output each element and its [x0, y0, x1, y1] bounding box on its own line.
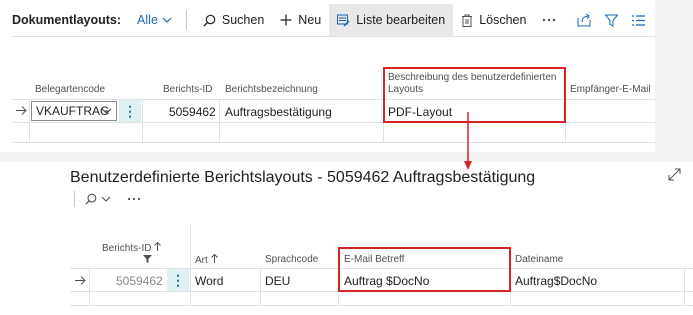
toolbar-right-actions	[577, 13, 645, 27]
column-divider	[260, 268, 261, 306]
column-berichts-id-label: Berichts-ID	[102, 243, 152, 254]
chevron-down-icon	[162, 17, 172, 23]
delete-button[interactable]: Löschen	[453, 4, 534, 36]
trash-icon	[462, 14, 473, 27]
red-arrow	[464, 112, 472, 170]
berichtsbezeichnung-cell[interactable]: Auftragsbestätigung	[225, 105, 332, 119]
sub-action-bar	[74, 190, 141, 208]
berichts-id-cell: 5059462	[116, 274, 163, 288]
toolbar-bottom-border	[12, 36, 655, 37]
belegartencode-value: VKAUFTRAG	[36, 104, 110, 118]
search-icon	[203, 14, 216, 26]
column-divider	[142, 99, 143, 143]
berichts-id-cell[interactable]: 5059462	[169, 105, 216, 119]
row-actions-icon[interactable]: ⋮	[119, 100, 141, 122]
background-shade-bottom	[0, 152, 693, 162]
ellipsis-icon	[543, 18, 556, 22]
edit-list-button[interactable]: Liste bearbeiten	[329, 4, 454, 36]
chevron-down-icon[interactable]	[101, 194, 111, 204]
page-caption: Dokumentlayouts:	[12, 13, 122, 27]
column-divider	[29, 99, 30, 143]
background-shade	[655, 0, 693, 160]
view-filter-dropdown[interactable]: Alle	[137, 13, 172, 27]
chevron-down-icon	[101, 108, 112, 114]
column-divider	[219, 99, 220, 143]
column-art-label: Art	[195, 255, 208, 266]
column-divider	[684, 268, 685, 306]
new-label: Neu	[298, 13, 322, 27]
column-divider	[89, 268, 90, 306]
view-filter-label: Alle	[137, 13, 158, 27]
search-button[interactable]: Suchen	[195, 4, 272, 36]
column-divider	[190, 225, 191, 306]
plus-icon	[280, 14, 292, 26]
row-arrow-icon	[75, 276, 86, 285]
toolbar-divider	[185, 10, 187, 30]
sort-up-icon	[154, 241, 162, 251]
column-belegartencode[interactable]: Belegartencode	[35, 84, 105, 96]
column-berichts-id[interactable]: Berichts-ID	[163, 84, 212, 96]
column-berichts-id[interactable]: Berichts-ID	[102, 241, 162, 254]
search-label: Suchen	[221, 13, 265, 27]
filter-funnel-icon	[143, 255, 152, 263]
art-cell[interactable]: Word	[195, 274, 223, 288]
sprachcode-cell[interactable]: DEU	[265, 274, 290, 288]
toolbar-divider	[74, 191, 75, 207]
delete-label: Löschen	[479, 13, 527, 27]
expand-icon[interactable]	[668, 168, 681, 181]
column-sprachcode[interactable]: Sprachcode	[265, 254, 318, 265]
more-actions-button[interactable]	[534, 4, 564, 36]
column-empfaenger-email[interactable]: Empfänger-E-Mail	[570, 84, 651, 96]
dateiname-cell[interactable]: Auftrag$DocNo	[515, 274, 597, 288]
search-icon[interactable]	[85, 193, 97, 205]
column-berichtsbezeichnung[interactable]: Berichtsbezeichnung	[225, 84, 318, 96]
share-icon[interactable]	[577, 13, 591, 27]
table-row-empty[interactable]	[12, 123, 655, 143]
table-row-empty[interactable]	[70, 292, 693, 306]
edit-list-icon	[337, 14, 350, 27]
ellipsis-icon[interactable]	[127, 197, 141, 201]
list-view-icon[interactable]	[632, 14, 645, 26]
column-dateiname[interactable]: Dateiname	[515, 254, 563, 265]
highlight-box-email-betreff	[338, 247, 511, 292]
action-bar: Dokumentlayouts: Alle Suchen Neu Liste b…	[0, 4, 655, 36]
edit-list-label: Liste bearbeiten	[356, 13, 446, 27]
page-title: Benutzerdefinierte Berichtslayouts - 505…	[70, 169, 536, 186]
sort-up-icon	[210, 253, 218, 263]
row-arrow-icon	[16, 106, 27, 115]
belegartencode-combobox[interactable]: VKAUFTRAG	[31, 101, 117, 121]
filter-icon[interactable]	[605, 14, 618, 27]
row-actions-icon[interactable]: ⋮	[167, 269, 189, 291]
column-art[interactable]: Art	[195, 253, 218, 266]
new-button[interactable]: Neu	[272, 4, 329, 36]
